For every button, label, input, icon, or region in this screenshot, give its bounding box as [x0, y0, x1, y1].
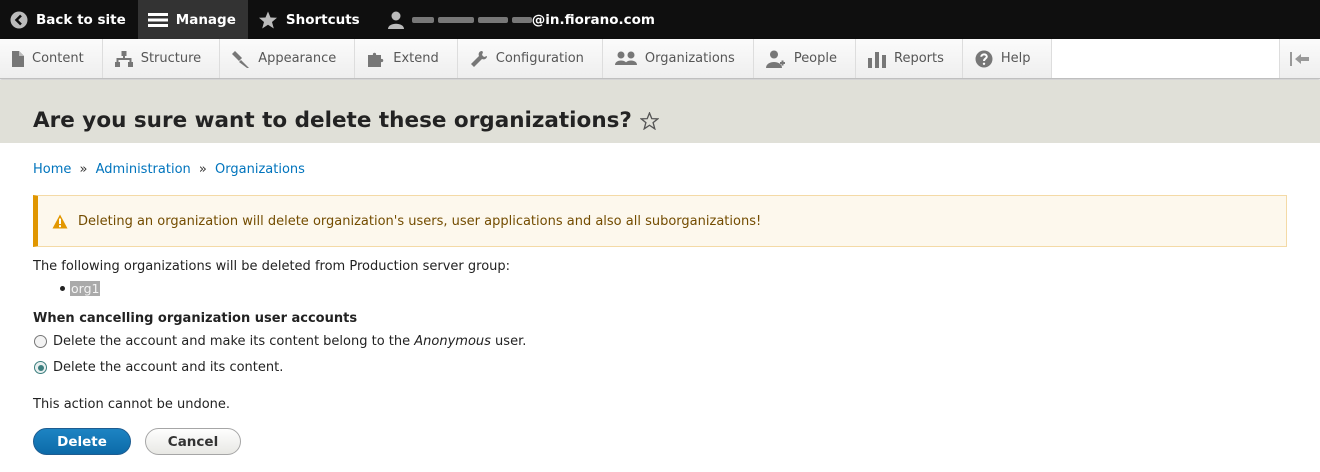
tray-item-extend[interactable]: Extend — [355, 39, 458, 78]
redacted-username — [411, 13, 532, 27]
hamburger-icon — [147, 12, 168, 27]
cancel-option-anonymous[interactable]: Delete the account and make its content … — [34, 334, 526, 349]
back-to-site-label: Back to site — [36, 11, 126, 28]
bar-chart-icon — [868, 51, 887, 68]
shortcuts-tab[interactable]: Shortcuts — [248, 0, 372, 39]
option-label: Delete the account and its content. — [53, 360, 284, 375]
organizations-icon — [614, 51, 637, 65]
option-label: Delete the account and make its content … — [53, 334, 527, 349]
tray-item-configuration[interactable]: Configuration — [457, 39, 603, 78]
puzzle-icon — [368, 52, 384, 67]
manage-tab[interactable]: Manage — [137, 0, 248, 39]
radio-button[interactable] — [34, 335, 47, 348]
bullet — [60, 286, 65, 291]
breadcrumb-home[interactable]: Home — [33, 162, 71, 177]
cancel-button[interactable]: Cancel — [145, 428, 241, 455]
breadcrumb-organizations[interactable]: Organizations — [215, 162, 305, 177]
document-icon — [12, 50, 24, 67]
tray-item-label: Organizations — [644, 51, 735, 66]
admin-tray: Content Structure Appearance Extend Conf… — [0, 39, 1320, 79]
tray-item-label: People — [793, 51, 838, 66]
star-outline-icon[interactable] — [639, 111, 659, 130]
collapse-tray-button[interactable] — [1279, 39, 1320, 78]
paintbrush-icon — [232, 50, 250, 68]
tray-item-help[interactable]: Help — [962, 39, 1052, 78]
cancel-option-delete-content[interactable]: Delete the account and its content. — [34, 360, 283, 375]
cancel-method-label: When cancelling organization user accoun… — [33, 311, 358, 326]
user-icon — [387, 11, 404, 29]
user-tab[interactable]: @in.fiorano.com — [372, 0, 667, 39]
tray-item-label: Extend — [393, 51, 439, 66]
tray-item-label: Structure — [140, 51, 202, 66]
warning-text: Deleting an organization will delete org… — [78, 213, 762, 229]
tray-item-label: Content — [32, 51, 84, 66]
arrow-left-circle-icon — [10, 11, 28, 28]
warning-message: Deleting an organization will delete org… — [33, 195, 1287, 247]
deletion-lead-text: The following organizations will be dele… — [33, 259, 511, 274]
breadcrumb-separator: » — [79, 162, 88, 177]
breadcrumb: Home » Administration » Organizations — [33, 162, 305, 177]
shortcuts-label: Shortcuts — [285, 11, 360, 28]
people-icon — [765, 50, 785, 68]
user-domain-label: @in.fiorano.com — [531, 11, 655, 28]
star-icon — [258, 11, 277, 28]
tray-item-label: Appearance — [258, 51, 337, 66]
list-item: org1 — [70, 281, 101, 296]
breadcrumb-separator: » — [198, 162, 207, 177]
manage-label: Manage — [175, 11, 236, 28]
back-to-site-link[interactable]: Back to site — [0, 0, 138, 39]
tray-item-organizations[interactable]: Organizations — [602, 39, 754, 78]
radio-button-selected[interactable] — [34, 361, 47, 374]
tray-item-reports[interactable]: Reports — [856, 39, 963, 78]
sitemap-icon — [114, 50, 133, 67]
wrench-icon — [470, 50, 487, 67]
delete-button[interactable]: Delete — [33, 428, 131, 455]
tray-item-people[interactable]: People — [753, 39, 857, 78]
tray-item-structure[interactable]: Structure — [102, 39, 221, 78]
help-icon — [975, 50, 993, 67]
tray-item-label: Configuration — [495, 51, 584, 66]
tray-item-appearance[interactable]: Appearance — [220, 39, 356, 78]
collapse-left-icon — [1290, 51, 1309, 66]
tray-item-content[interactable]: Content — [0, 39, 103, 78]
page-title: Are you sure want to delete these organi… — [33, 108, 632, 133]
tray-item-label: Reports — [894, 51, 944, 66]
admin-toolbar: Back to site Manage Shortcuts @in.fioran… — [0, 0, 1320, 39]
tray-item-label: Help — [1000, 51, 1031, 66]
organization-list: org1 — [60, 281, 101, 296]
undo-warning-note: This action cannot be undone. — [33, 397, 231, 412]
page-title-wrap: Are you sure want to delete these organi… — [33, 108, 659, 133]
warning-triangle-icon — [52, 214, 68, 228]
breadcrumb-administration[interactable]: Administration — [96, 162, 191, 177]
